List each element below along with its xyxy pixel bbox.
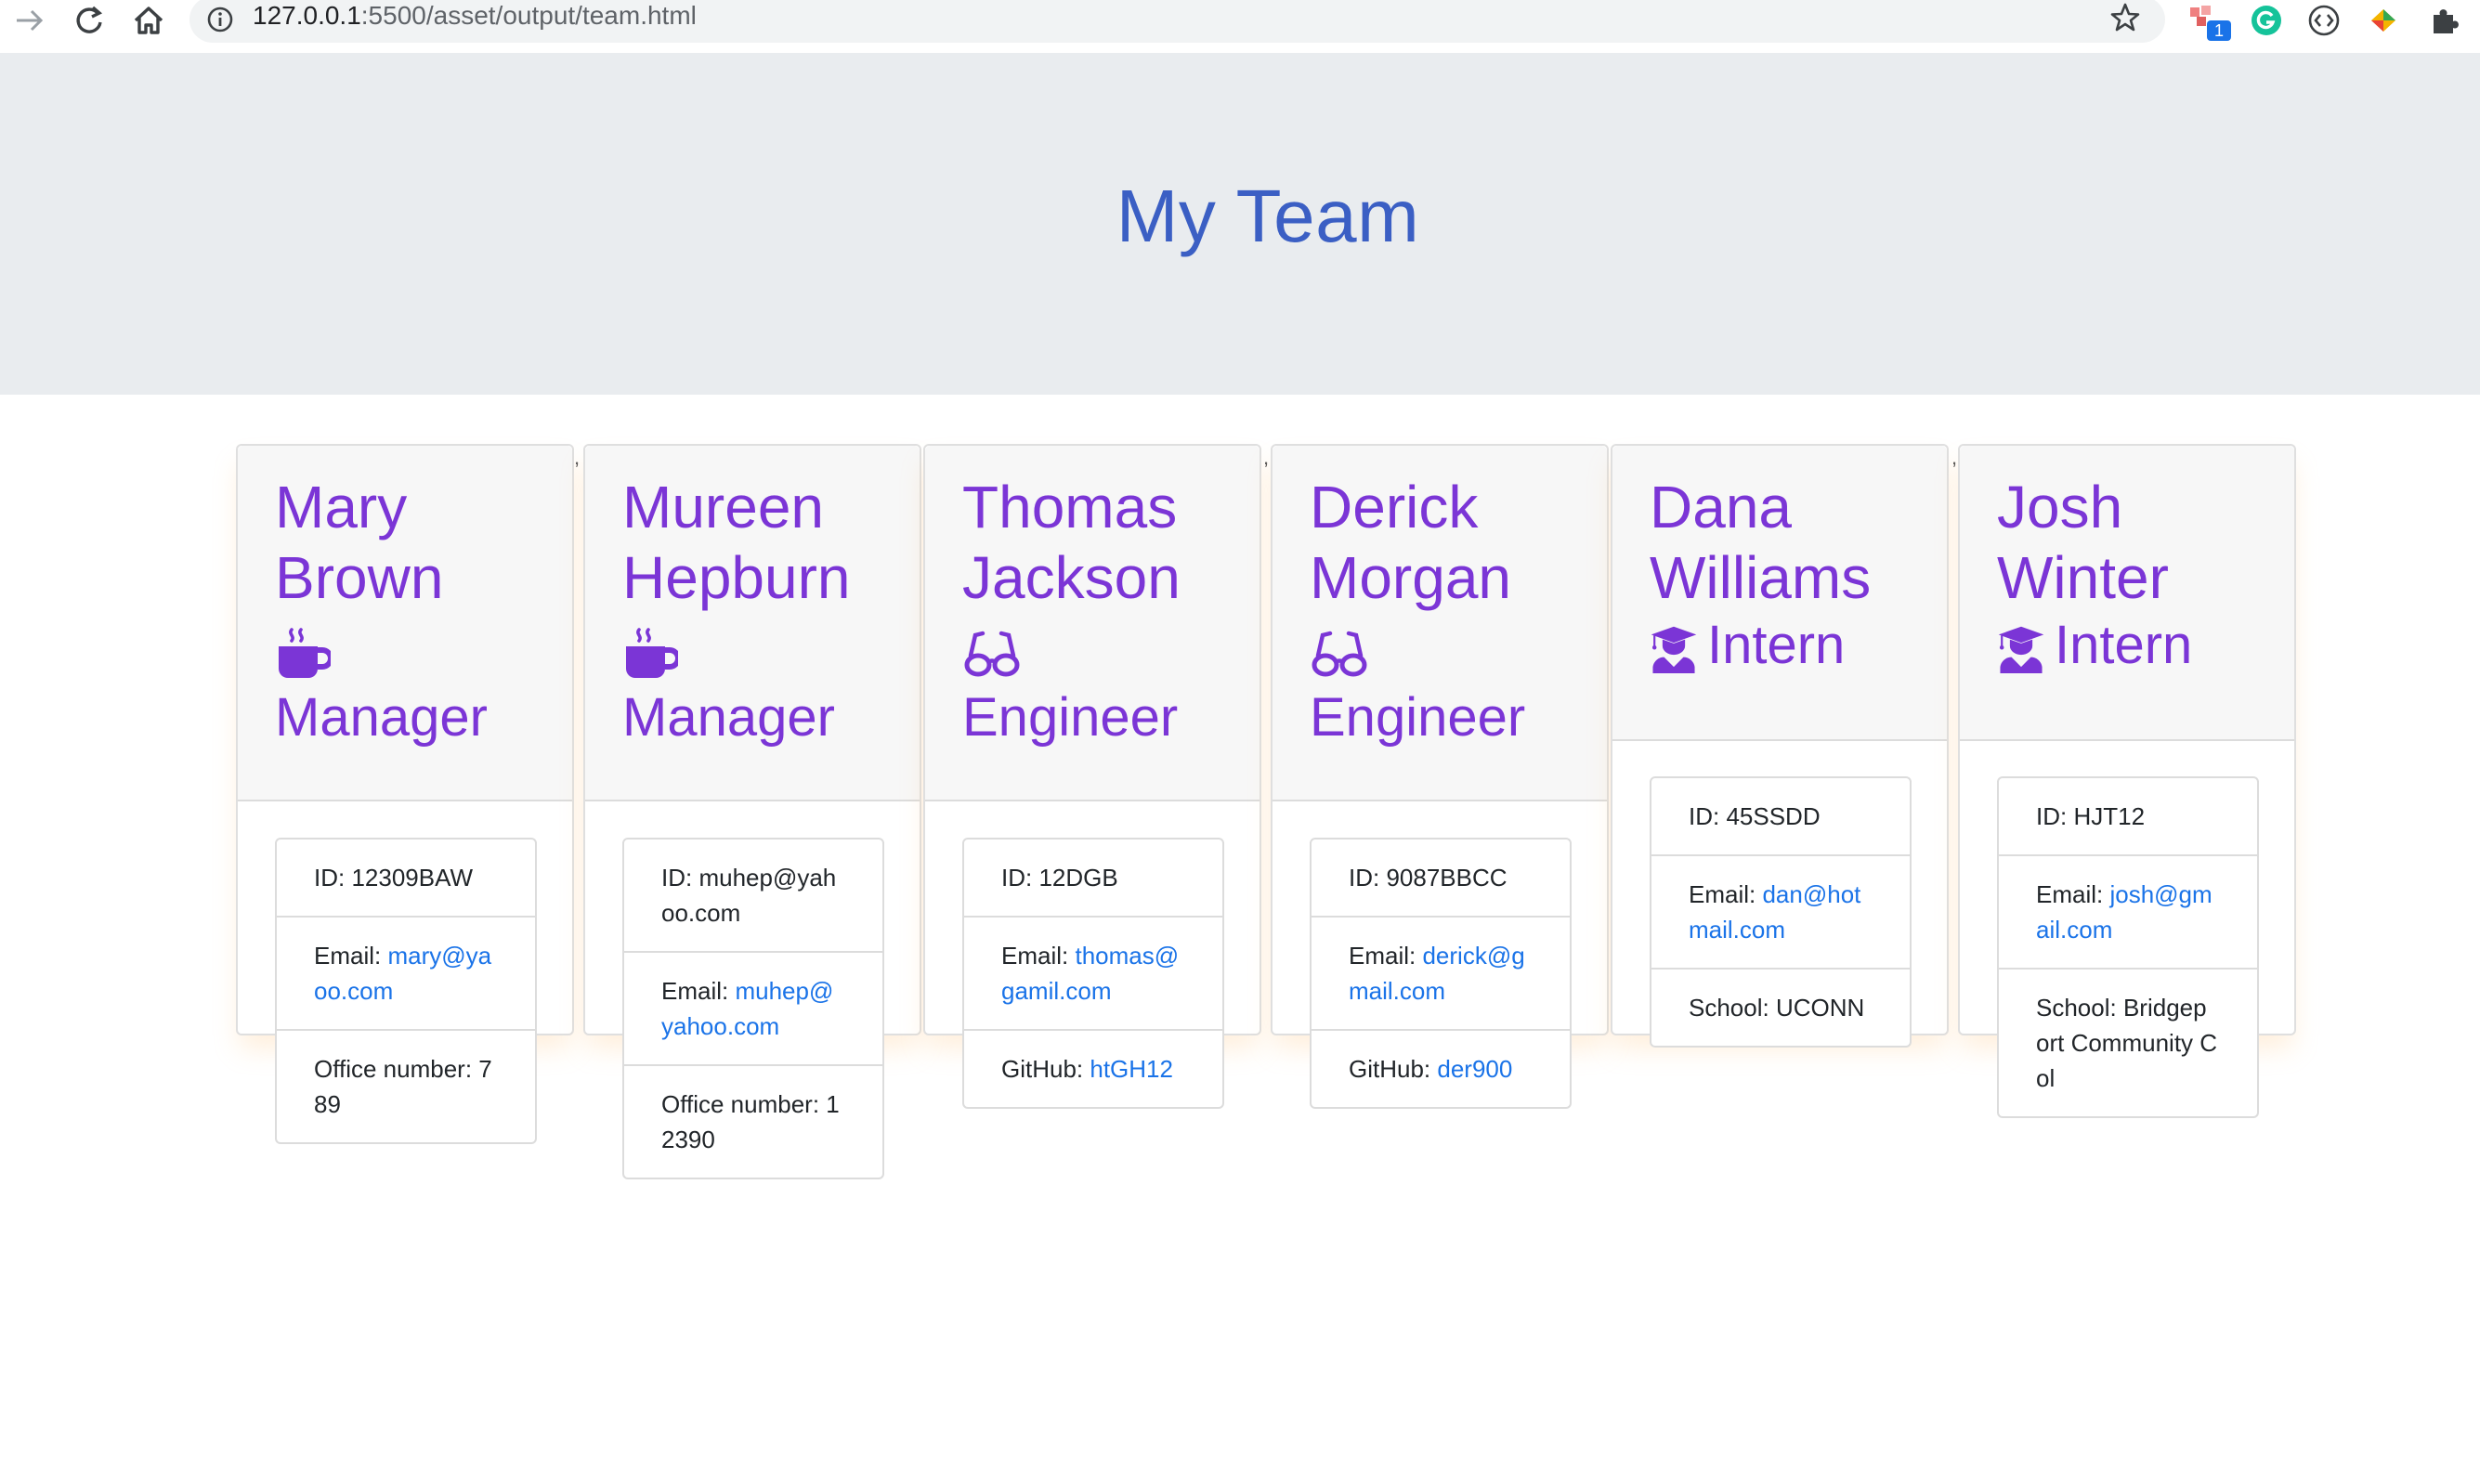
- role-label: Intern: [2055, 615, 2193, 675]
- employee-email-row: Email: thomas@gamil.com: [964, 918, 1222, 1031]
- email-label: Email:: [661, 977, 736, 1005]
- employee-email-row: Email: dan@hotmail.com: [1651, 856, 1910, 970]
- role-label: Engineer: [962, 687, 1179, 748]
- employee-name: Mary Brown: [275, 474, 444, 611]
- github-row: GitHub: htGH12: [964, 1031, 1222, 1107]
- employee-role: Intern: [1650, 615, 1956, 676]
- github-row: GitHub: der900: [1312, 1031, 1570, 1107]
- github-label: GitHub:: [1001, 1055, 1090, 1083]
- coffee-icon: [622, 628, 929, 683]
- employee-details: ID: 12309BAW Email: mary@yaoo.com Office…: [275, 838, 537, 1144]
- address-bar[interactable]: 127.0.0.1:5500/asset/output/team.html: [189, 0, 2165, 43]
- extension-code-icon[interactable]: [2307, 4, 2341, 37]
- jumbotron-header: My Team: [0, 53, 2480, 395]
- school-label: School:: [2036, 994, 2123, 1022]
- glasses-icon: [962, 628, 1269, 683]
- coffee-icon: [275, 628, 581, 683]
- extensions-puzzle-icon[interactable]: [2428, 4, 2461, 37]
- employee-id: ID: 9087BBCC: [1312, 840, 1570, 918]
- school-row: School: UCONN: [1651, 970, 1910, 1046]
- school-label: School:: [1689, 994, 1776, 1022]
- employee-details: ID: HJT12 Email: josh@gmail.com School: …: [1997, 776, 2259, 1118]
- github-link[interactable]: der900: [1437, 1055, 1512, 1083]
- employee-details: ID: 9087BBCC Email: derick@gmail.com Git…: [1310, 838, 1572, 1109]
- email-label: Email:: [314, 942, 388, 970]
- home-icon[interactable]: [128, 2, 169, 39]
- graduate-icon: [1650, 623, 1698, 675]
- employee-email-row: Email: derick@gmail.com: [1312, 918, 1570, 1031]
- employee-role: Engineer: [962, 628, 1269, 749]
- email-label: Email:: [2036, 880, 2110, 908]
- card-header: Derick Morgan Engineer: [1273, 446, 1607, 801]
- employee-id: ID: 12DGB: [964, 840, 1222, 918]
- employee-card: Dana Williams Intern ID: 45SSDD Email: d…: [1611, 444, 1949, 1048]
- extension-diamond-icon[interactable]: [2367, 4, 2400, 37]
- office-number-label: Office number:: [661, 1090, 827, 1118]
- employee-email-row: Email: muhep@yahoo.com: [624, 953, 882, 1066]
- github-label: GitHub:: [1349, 1055, 1438, 1083]
- card-header: Dana Williams Intern: [1612, 446, 1947, 741]
- extension-badge: 1: [2207, 20, 2231, 41]
- employee-name: Dana Williams: [1650, 474, 1872, 611]
- role-label: Intern: [1707, 615, 1846, 675]
- email-label: Email:: [1349, 942, 1423, 970]
- employee-id: ID: HJT12: [1999, 778, 2257, 856]
- email-label: Email:: [1689, 880, 1763, 908]
- employee-email-row: Email: josh@gmail.com: [1999, 856, 2257, 970]
- employee-details: ID: muhep@yahoo.com Email: muhep@yahoo.c…: [622, 838, 884, 1179]
- employee-name: Derick Morgan: [1310, 474, 1511, 611]
- employee-email-row: Email: mary@yaoo.com: [277, 918, 535, 1031]
- school-row: School: Bridgeport Community Col: [1999, 970, 2257, 1116]
- employee-role: Manager: [275, 628, 581, 749]
- employee-name: Josh Winter: [1997, 474, 2169, 611]
- forward-icon[interactable]: [9, 2, 50, 39]
- office-number-row: Office number: 789: [277, 1031, 535, 1142]
- office-number-label: Office number:: [314, 1055, 479, 1083]
- employee-role: Intern: [1997, 615, 2304, 676]
- browser-toolbar: 127.0.0.1:5500/asset/output/team.html 1: [0, 0, 2480, 55]
- school-value: UCONN: [1775, 994, 1865, 1022]
- employee-details: ID: 45SSDD Email: dan@hotmail.com School…: [1650, 776, 1912, 1048]
- role-label: Manager: [275, 687, 488, 748]
- employee-name: Mureen Hepburn: [622, 474, 851, 611]
- url-text: 127.0.0.1:5500/asset/output/team.html: [253, 0, 697, 34]
- employee-role: Engineer: [1310, 628, 1616, 749]
- info-icon[interactable]: [206, 6, 234, 33]
- github-link[interactable]: htGH12: [1090, 1055, 1173, 1083]
- employee-card: Josh Winter Intern ID: HJT12 Email: josh…: [1958, 444, 2296, 1118]
- employee-name: Thomas Jackson: [962, 474, 1181, 611]
- page-title: My Team: [1116, 175, 1420, 257]
- employee-card: Derick Morgan Engineer ID: 9087BBCC Emai…: [1271, 444, 1609, 1109]
- employee-id: ID: muhep@yahoo.com: [624, 840, 882, 953]
- email-label: Email:: [1001, 942, 1076, 970]
- stray-comma: ,: [1951, 446, 1958, 469]
- bookmark-star-icon[interactable]: [2109, 2, 2141, 33]
- url-path: :5500/asset/output/team.html: [360, 1, 697, 30]
- employee-id: ID: 12309BAW: [277, 840, 535, 918]
- stray-comma: ,: [1263, 446, 1270, 469]
- card-header: Thomas Jackson Engineer: [925, 446, 1260, 801]
- employee-id: ID: 45SSDD: [1651, 778, 1910, 856]
- role-label: Engineer: [1310, 687, 1526, 748]
- office-number-row: Office number: 12390: [624, 1066, 882, 1178]
- url-host: 127.0.0.1: [253, 1, 361, 30]
- employee-card: Mureen Hepburn Manager ID: muhep@yahoo.c…: [583, 444, 921, 1179]
- card-header: Josh Winter Intern: [1960, 446, 2294, 741]
- card-header: Mureen Hepburn Manager: [585, 446, 920, 801]
- employee-card: Thomas Jackson Engineer ID: 12DGB Email:…: [923, 444, 1261, 1109]
- stray-comma: ,: [574, 446, 581, 469]
- card-header: Mary Brown Manager: [238, 446, 572, 801]
- grammarly-icon[interactable]: [2250, 4, 2283, 37]
- role-label: Manager: [622, 687, 835, 748]
- glasses-icon: [1310, 628, 1616, 683]
- employee-details: ID: 12DGB Email: thomas@gamil.com GitHub…: [962, 838, 1224, 1109]
- reload-icon[interactable]: [69, 2, 110, 39]
- employee-card: Mary Brown Manager ID: 12309BAW Email: m…: [236, 444, 574, 1144]
- employee-role: Manager: [622, 628, 929, 749]
- graduate-icon: [1997, 623, 2045, 675]
